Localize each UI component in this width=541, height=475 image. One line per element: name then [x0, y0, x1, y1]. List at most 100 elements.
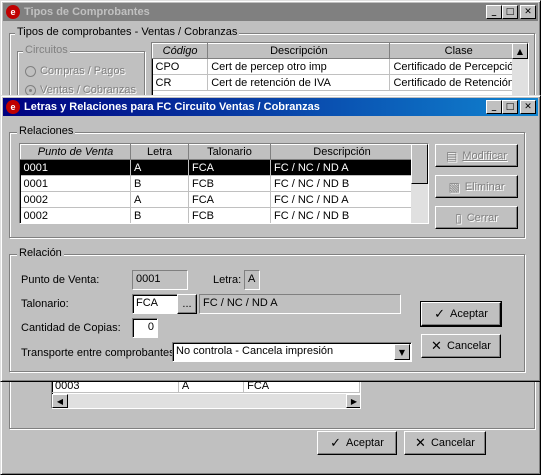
- close-button[interactable]: ✕: [520, 100, 536, 114]
- cerrar-button[interactable]: ▯ Cerrar: [435, 206, 518, 229]
- cell-punto-venta: 0002: [20, 191, 131, 208]
- dialog-title: Letras y Relaciones para FC Circuito Ven…: [24, 101, 320, 113]
- letra-label: Letra:: [213, 274, 242, 286]
- cell-letra: B: [130, 175, 189, 192]
- talonario-label: Talonario:: [21, 298, 69, 310]
- cell-clase: Certificado de Percepción: [389, 58, 528, 75]
- table-row-selected[interactable]: 0001 A FCA FC / NC / ND A: [20, 159, 414, 176]
- transporte-label: Transporte entre comprobantes:: [21, 347, 178, 359]
- cell-descripcion: Cert de percep otro imp: [207, 58, 391, 75]
- cell-descripcion: FC / NC / ND A: [270, 159, 414, 176]
- relacion-label: Relación: [17, 247, 64, 259]
- scroll-right-icon[interactable]: ▶: [346, 394, 360, 408]
- cell-clase: Certificado de Retención: [389, 74, 528, 91]
- cell-descripcion: Cert de retención de IVA: [207, 74, 391, 91]
- radio-ventas-dot: [25, 84, 36, 96]
- cell-punto-venta: 0001: [20, 175, 131, 192]
- letra-field: A: [244, 270, 260, 290]
- copias-label: Cantidad de Copias:: [21, 322, 121, 334]
- back-cancelar-button[interactable]: ✕ Cancelar: [404, 431, 486, 455]
- app-icon: e: [6, 5, 20, 19]
- check-icon: ✓: [330, 435, 341, 450]
- talonario-browse-button[interactable]: ...: [177, 294, 197, 314]
- radio-compras-dot: [25, 65, 36, 77]
- check-icon: ✓: [434, 306, 445, 321]
- talonario-input[interactable]: FCA: [132, 294, 178, 314]
- cell-talonario: FCB: [188, 207, 271, 223]
- col-codigo[interactable]: Código: [152, 43, 209, 59]
- cancelar-label: Cancelar: [446, 340, 491, 352]
- cell-talonario: FCA: [188, 191, 271, 208]
- cerrar-label: Cerrar: [466, 211, 498, 224]
- circuitos-label: Circuitos: [23, 44, 70, 56]
- cell-codigo: CPO: [152, 58, 209, 75]
- table-row[interactable]: CR Cert de retención de IVA Certificado …: [152, 74, 528, 91]
- delete-icon: ▧: [448, 179, 460, 194]
- cell-punto-venta: 0001: [20, 159, 131, 176]
- back-cancelar-label: Cancelar: [430, 437, 475, 449]
- printer-icon: ▤: [446, 148, 458, 163]
- aceptar-label: Aceptar: [449, 308, 488, 320]
- col-descripcion[interactable]: Descripción: [270, 144, 414, 160]
- tipos-group-label: Tipos de comprobantes - Ventas / Cobranz…: [15, 26, 240, 38]
- cell-letra: B: [130, 207, 189, 223]
- table-row[interactable]: CPO Cert de percep otro imp Certificado …: [152, 58, 528, 75]
- cell-punto-venta: 0002: [20, 207, 131, 223]
- tipos-table: Código Descripción Clase CPO Cert de per…: [151, 42, 529, 98]
- maximize-button[interactable]: □: [502, 100, 518, 114]
- dialog-titlebar[interactable]: e Letras y Relaciones para FC Circuito V…: [3, 98, 538, 116]
- chevron-down-icon[interactable]: ▼: [394, 344, 410, 360]
- lower-list: 0003 A FCA ◀ ▶: [51, 379, 361, 409]
- cancel-x-icon: ✕: [415, 435, 426, 450]
- scroll-up-icon[interactable]: ▲: [512, 43, 528, 59]
- cell-descripcion: FC / NC / ND B: [270, 207, 414, 223]
- punto-venta-field: 0001: [132, 270, 188, 290]
- relaciones-label: Relaciones: [17, 125, 76, 137]
- table-row[interactable]: 0001 B FCB FC / NC / ND B: [20, 175, 414, 192]
- radio-compras[interactable]: Compras / Pagos: [25, 65, 125, 77]
- back-titlebar[interactable]: e Tipos de Comprobantes _ □ ✕: [3, 3, 538, 21]
- modificar-button[interactable]: ▤ Modificar: [435, 144, 518, 167]
- maximize-button[interactable]: □: [502, 5, 518, 19]
- transporte-select[interactable]: No controla - Cancela impresión ▼: [172, 342, 412, 362]
- cell-descripcion: FC / NC / ND B: [270, 175, 414, 192]
- radio-compras-label: Compras / Pagos: [40, 65, 125, 77]
- scroll-left-icon[interactable]: ◀: [52, 394, 68, 408]
- cell-descripcion: FC / NC / ND A: [270, 191, 414, 208]
- eliminar-label: Eliminar: [464, 180, 505, 193]
- cell-letra: A: [130, 191, 189, 208]
- aceptar-button[interactable]: ✓ Aceptar: [420, 301, 502, 327]
- relaciones-table: Punto de Venta Letra Talonario Descripci…: [19, 143, 429, 224]
- cell-codigo: CR: [152, 74, 209, 91]
- cell-talonario: FCB: [188, 175, 271, 192]
- app-icon: e: [6, 100, 20, 114]
- talonario-desc-field: FC / NC / ND A: [199, 294, 401, 314]
- minimize-button[interactable]: _: [486, 100, 502, 114]
- punto-venta-label: Punto de Venta:: [21, 274, 100, 286]
- col-clase[interactable]: Clase: [389, 43, 528, 59]
- back-aceptar-label: Aceptar: [345, 437, 384, 449]
- col-punto-venta[interactable]: Punto de Venta: [20, 144, 131, 160]
- letras-relaciones-dialog: e Letras y Relaciones para FC Circuito V…: [0, 95, 541, 382]
- back-aceptar-button[interactable]: ✓ Aceptar: [317, 431, 397, 455]
- cancel-x-icon: ✕: [431, 338, 442, 353]
- scroll-thumb[interactable]: [411, 144, 428, 184]
- cell-letra: A: [130, 159, 189, 176]
- tipos-table-scrollbar[interactable]: ▲: [512, 43, 528, 97]
- lower-hscrollbar[interactable]: ◀ ▶: [52, 394, 360, 408]
- minimize-button[interactable]: _: [486, 5, 502, 19]
- table-row[interactable]: 0002 A FCA FC / NC / ND A: [20, 191, 414, 208]
- transporte-select-value: No controla - Cancela impresión: [176, 345, 334, 357]
- table-row[interactable]: 0002 B FCB FC / NC / ND B: [20, 207, 414, 223]
- close-button[interactable]: ✕: [520, 5, 536, 19]
- col-letra[interactable]: Letra: [130, 144, 189, 160]
- relaciones-scrollbar[interactable]: [411, 144, 428, 223]
- eliminar-button[interactable]: ▧ Eliminar: [435, 175, 518, 198]
- col-talonario[interactable]: Talonario: [188, 144, 271, 160]
- cancelar-button[interactable]: ✕ Cancelar: [421, 334, 501, 358]
- cell-talonario: FCA: [188, 159, 271, 176]
- back-window-title: Tipos de Comprobantes: [24, 6, 150, 18]
- modificar-label: Modificar: [462, 149, 507, 162]
- copias-input[interactable]: 0: [132, 318, 158, 338]
- col-descripcion[interactable]: Descripción: [207, 43, 391, 59]
